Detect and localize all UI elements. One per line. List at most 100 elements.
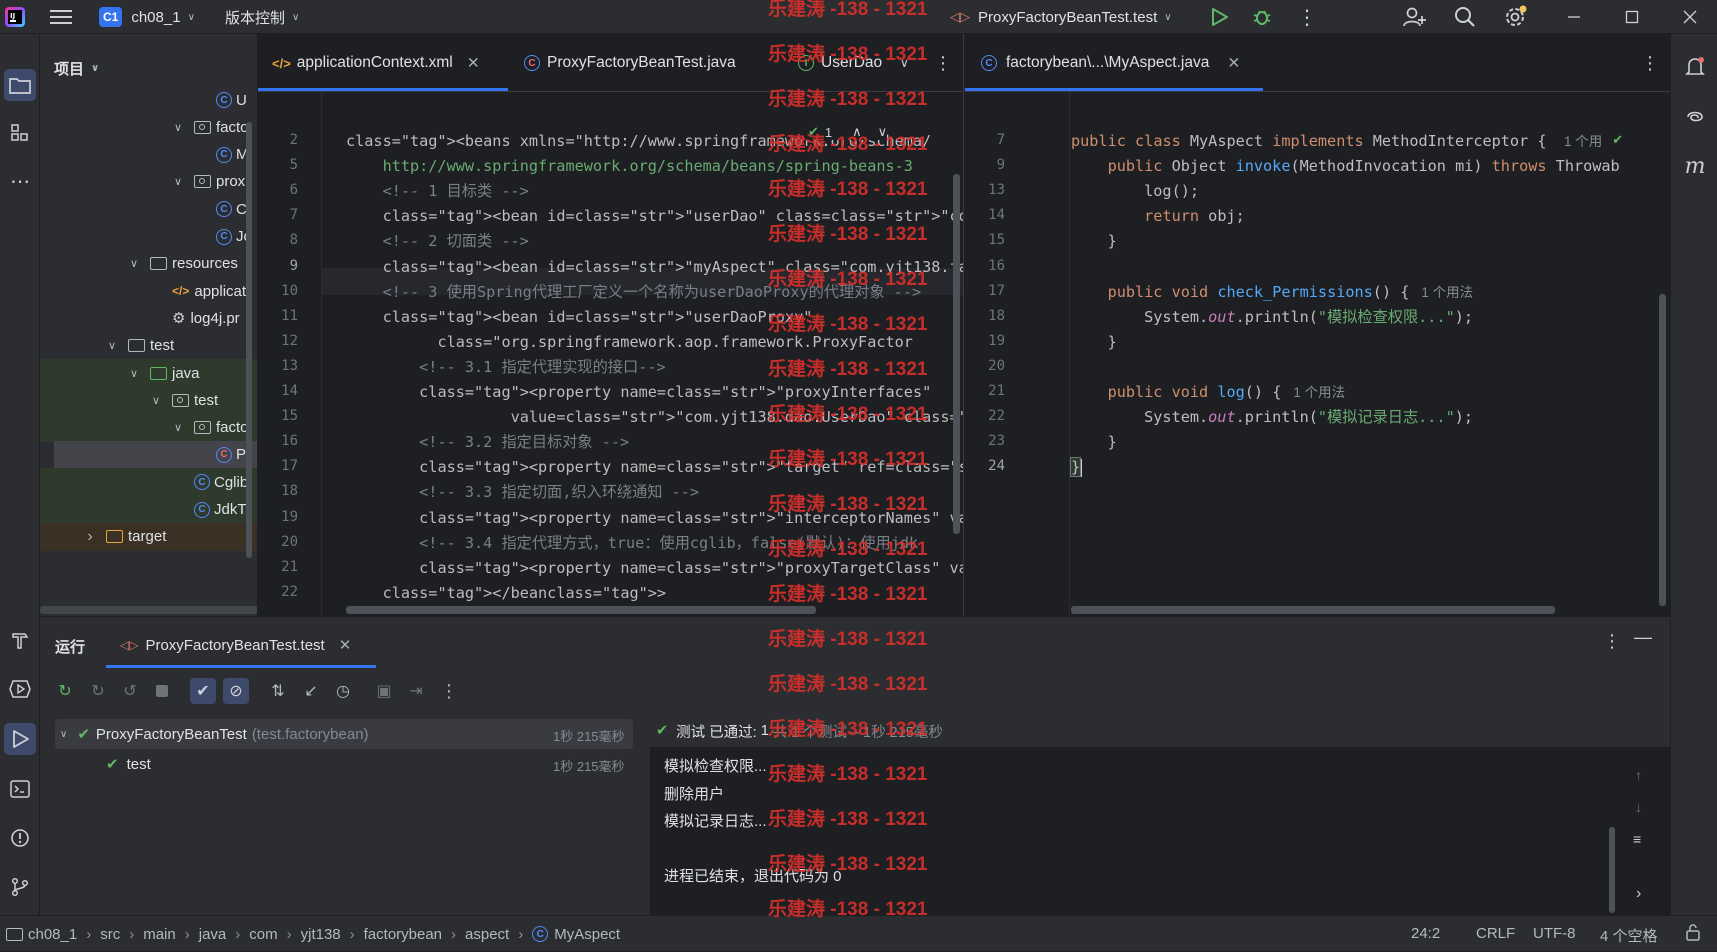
tab-application-context[interactable]: </> applicationContext.xml ✕ (272, 34, 480, 92)
sort-icon[interactable]: ⇅ (265, 678, 291, 704)
code-line[interactable]: System.out.println("模拟记录日志..."); (1071, 404, 1473, 431)
breadcrumb-item[interactable]: src (100, 926, 120, 943)
code-line[interactable]: http://www.springframework.org/schema/be… (346, 153, 913, 180)
chevron-down-icon[interactable]: ∨ (878, 124, 888, 140)
code-line[interactable]: public class MyAspect implements MethodI… (1071, 128, 1547, 155)
problems-icon[interactable] (4, 822, 36, 854)
debug-icon[interactable] (1252, 0, 1272, 34)
tree-item[interactable]: › target (40, 522, 257, 551)
chevron-down-icon[interactable]: ∨ (128, 257, 140, 270)
scroll-down-icon[interactable]: ↓ (1635, 799, 1642, 815)
code-line[interactable]: class="tag"><bean id=class="str">"userDa… (346, 304, 813, 331)
code-line[interactable]: class="tag"><property name=class="str">"… (346, 454, 963, 481)
code-line[interactable]: class="tag"><property name=class="str">"… (346, 505, 963, 532)
code-line[interactable]: public void check_Permissions() {1 个用法 (1071, 279, 1474, 306)
run-tool-icon[interactable] (4, 723, 36, 755)
chevron-down-icon[interactable]: ∨ (150, 394, 162, 407)
code-line[interactable]: } (1071, 329, 1117, 356)
tree-item[interactable]: ∨ java (40, 359, 257, 387)
tree-item[interactable]: ∨ facto (40, 113, 257, 141)
tab-my-aspect[interactable]: C factorybean\...\MyAspect.java ✕ (981, 34, 1240, 92)
chevron-down-icon[interactable]: ∨ (106, 339, 118, 352)
maven-icon[interactable]: m (1679, 150, 1711, 182)
breadcrumb-item[interactable]: factorybean (364, 926, 442, 943)
breadcrumb-item[interactable]: MyAspect (554, 926, 620, 943)
services-icon[interactable] (4, 673, 36, 705)
breadcrumb-item[interactable]: main (143, 926, 176, 943)
usage-hint[interactable]: 1 个用法 (1421, 285, 1473, 300)
editor-more-icon[interactable]: ⋮ (1641, 34, 1659, 92)
code-line[interactable]: <!-- 3 使用Spring代理工厂定义一个名称为userDaoProxy的代… (346, 279, 922, 306)
tree-item[interactable]: ∨ prox (40, 168, 257, 196)
tree-item[interactable]: C JdkT (40, 495, 257, 524)
cursor-position[interactable]: 24:2 (1411, 925, 1440, 942)
code-line[interactable]: } (1071, 228, 1117, 255)
code-line[interactable]: <!-- 3.2 指定目标对象 --> (346, 429, 629, 456)
export-icon[interactable]: ⇥ (403, 678, 429, 704)
run-icon[interactable] (1210, 0, 1228, 34)
code-line[interactable]: class="tag"><property name=class="str">"… (346, 379, 931, 406)
more-actions-icon[interactable]: ⋮ (1297, 0, 1317, 34)
tree-item[interactable]: ⚙ log4j.pr (40, 304, 257, 332)
vcs-menu[interactable]: 版本控制 ∨ (225, 0, 299, 34)
line-separator[interactable]: CRLF (1476, 925, 1515, 942)
chevron-up-icon[interactable]: ∧ (852, 124, 862, 140)
code-line[interactable]: return obj; (1071, 203, 1245, 230)
code-line[interactable]: class="tag"><bean id=class="str">"myAspe… (346, 254, 963, 281)
indent-setting[interactable]: 4 个空格 (1600, 925, 1658, 946)
code-line[interactable]: value=class="str">"com.yjt138.dao.UserDa… (346, 404, 963, 431)
chevron-down-icon[interactable]: ∨ (128, 367, 140, 380)
console-scrollbar[interactable] (1609, 827, 1615, 913)
breadcrumb-item[interactable]: yjt138 (301, 926, 341, 943)
chevron-down-icon[interactable]: ∨ (172, 121, 184, 134)
stop-icon[interactable] (149, 678, 175, 704)
code-line[interactable]: <!-- 3.1 指定代理实现的接口--> (346, 354, 665, 381)
run-toolbar-more-icon[interactable]: ⋮ (436, 678, 462, 704)
close-tab-icon[interactable]: ✕ (339, 636, 352, 654)
tab-user-dao[interactable]: I UserDao (798, 34, 882, 92)
terminal-icon[interactable] (4, 773, 36, 805)
file-encoding[interactable]: UTF-8 (1533, 925, 1576, 942)
tree-item[interactable]: CM (40, 141, 257, 169)
tree-item[interactable]: </> applicat (40, 277, 257, 305)
run-config-selector[interactable]: ◁▷ ProxyFactoryBeanTest.test ∨ (950, 0, 1172, 34)
show-ignored-icon[interactable]: ⊘ (223, 678, 249, 704)
code-line[interactable]: class="tag"></beanclass="tag">> (346, 580, 666, 607)
screenshot-icon[interactable]: ▣ (371, 678, 397, 704)
collapse-all-icon[interactable]: ↙ (298, 678, 324, 704)
tree-item[interactable]: C Cglib (40, 468, 257, 497)
rerun-failed-icon[interactable]: ↻ (85, 678, 111, 704)
hide-panel-icon[interactable]: — (1634, 627, 1652, 648)
code-line[interactable]: class="org.springframework.aop.framework… (346, 329, 912, 356)
chevron-right-icon[interactable]: › (84, 528, 96, 546)
code-line[interactable]: <!-- 3.3 指定切面,织入环绕通知 --> (346, 479, 699, 506)
code-line[interactable]: } (1069, 454, 1083, 481)
minimize-icon[interactable] (1567, 0, 1581, 34)
xml-vscrollbar[interactable] (953, 174, 960, 534)
build-hammer-icon[interactable] (4, 624, 36, 656)
project-hscrollbar[interactable] (40, 606, 257, 614)
rerun-icon[interactable]: ↻ (52, 678, 78, 704)
close-window-icon[interactable] (1683, 0, 1697, 34)
tab-proxy-factory-bean-test[interactable]: C ProxyFactoryBeanTest.java (524, 34, 736, 92)
more-tools-icon[interactable]: ⋯ (4, 165, 36, 197)
editor-more-icon[interactable]: ⋮ (934, 34, 952, 92)
code-line[interactable]: <!-- 1 目标类 --> (346, 178, 529, 205)
code-line[interactable]: <!-- 2 切面类 --> (346, 228, 529, 255)
chevron-down-icon[interactable]: ∨ (172, 175, 184, 188)
project-selector[interactable]: C1 ch08_1 ∨ (99, 0, 195, 34)
tree-item[interactable]: ∨ test (40, 332, 257, 360)
breadcrumb-item[interactable]: com (249, 926, 277, 943)
run-more-icon[interactable]: ⋮ (1603, 631, 1621, 652)
close-tab-icon[interactable]: ✕ (467, 54, 480, 73)
tree-item[interactable]: CC (40, 195, 257, 223)
notifications-bell-icon[interactable] (1679, 51, 1711, 83)
project-scrollbar[interactable] (246, 122, 252, 558)
code-line[interactable]: log(); (1071, 178, 1199, 205)
code-line[interactable]: public Object invoke(MethodInvocation mi… (1071, 153, 1620, 180)
structure-tool-icon[interactable] (4, 117, 36, 149)
add-user-icon[interactable] (1403, 0, 1427, 34)
close-tab-icon[interactable]: ✕ (1227, 54, 1240, 73)
tree-item[interactable]: ∨ facto (40, 413, 257, 442)
tree-item[interactable]: CP (54, 440, 257, 469)
